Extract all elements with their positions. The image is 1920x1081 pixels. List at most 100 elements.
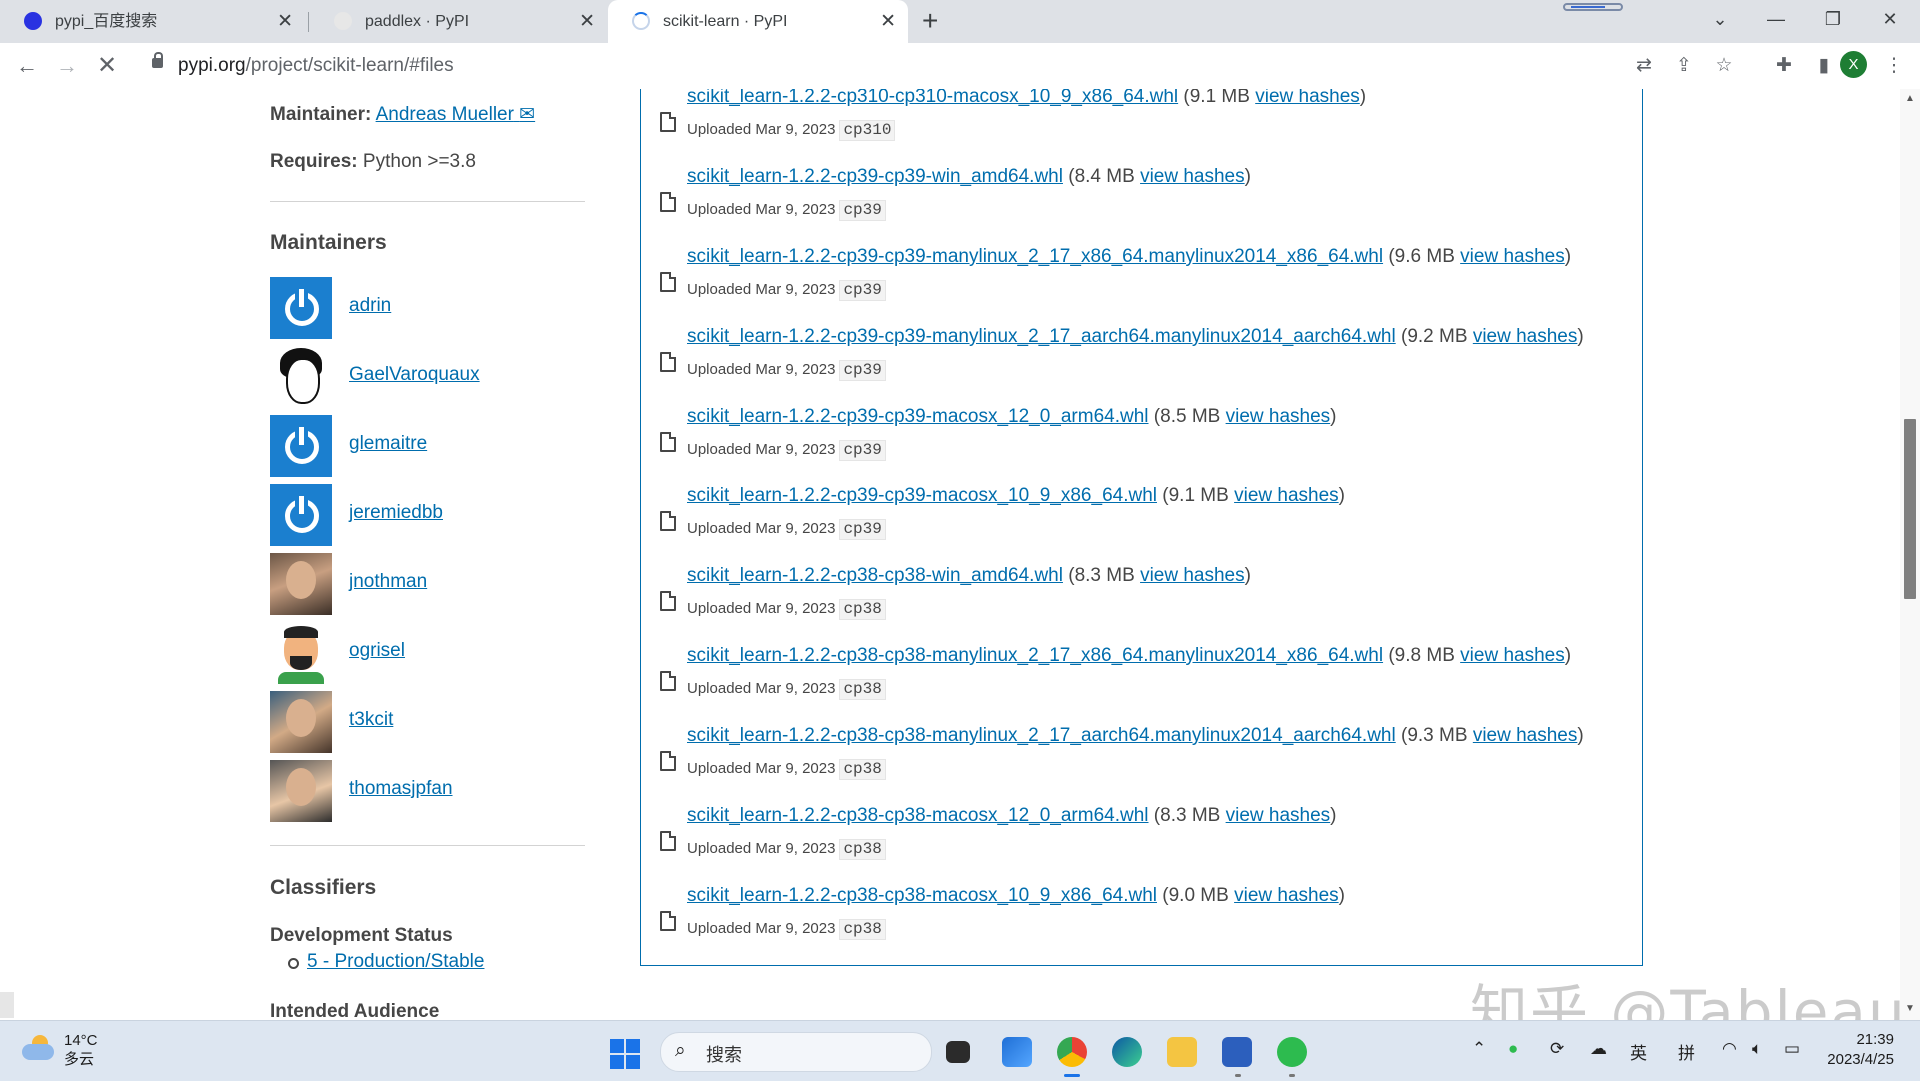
file-download-link[interactable]: scikit_learn-1.2.2-cp39-cp39-manylinux_2… xyxy=(687,246,1383,267)
sync-icon[interactable]: ⟳ xyxy=(1550,1039,1564,1059)
view-hashes-link[interactable]: view hashes xyxy=(1473,725,1578,746)
scrollbar-thumb[interactable] xyxy=(1904,419,1916,599)
profile-avatar[interactable]: X xyxy=(1840,51,1867,78)
maintainer-item[interactable]: glemaitre xyxy=(270,415,585,477)
menu-kebab-icon[interactable]: ⋮ xyxy=(1882,54,1906,78)
url-text[interactable]: pypi.org/project/scikit-learn/#files xyxy=(178,48,454,84)
view-hashes-link[interactable]: view hashes xyxy=(1226,406,1331,427)
classifiers-heading: Classifiers xyxy=(270,876,377,899)
view-hashes-link[interactable]: view hashes xyxy=(1460,645,1565,666)
view-hashes-link[interactable]: view hashes xyxy=(1140,565,1245,586)
weather-widget[interactable]: 14°C 多云 xyxy=(64,1031,98,1069)
close-icon[interactable]: ✕ xyxy=(277,0,293,43)
view-hashes-link[interactable]: view hashes xyxy=(1460,246,1565,267)
scroll-up-arrow-icon[interactable]: ▲ xyxy=(1905,93,1915,104)
back-arrow-icon[interactable]: ← xyxy=(12,51,42,81)
translate-icon[interactable]: ⇄ xyxy=(1632,54,1656,78)
share-icon[interactable]: ⇪ xyxy=(1672,54,1696,78)
ime-mode[interactable]: 拼 xyxy=(1678,1039,1695,1064)
baidu-paw-icon xyxy=(24,12,42,30)
file-download-link[interactable]: scikit_learn-1.2.2-cp38-cp38-manylinux_2… xyxy=(687,725,1396,746)
file-download-link[interactable]: scikit_learn-1.2.2-cp39-cp39-macosx_10_9… xyxy=(687,485,1157,506)
avatar[interactable] xyxy=(270,484,332,546)
maintainer-username[interactable]: adrin xyxy=(349,295,391,317)
file-download-link[interactable]: scikit_learn-1.2.2-cp38-cp38-manylinux_2… xyxy=(687,645,1383,666)
edge-icon[interactable] xyxy=(1112,1037,1142,1067)
tab-paddlex[interactable]: paddlex · PyPI ✕ xyxy=(310,0,607,43)
maintainer-link[interactable]: Andreas Mueller ✉ xyxy=(376,104,536,125)
stop-loading-icon[interactable]: ✕ xyxy=(92,51,122,81)
restore-icon[interactable]: ❐ xyxy=(1813,0,1853,40)
maintainer-item[interactable]: adrin xyxy=(270,277,585,339)
maintainer-item[interactable]: thomasjpfan xyxy=(270,760,585,822)
file-download-link[interactable]: scikit_learn-1.2.2-cp39-cp39-win_amd64.w… xyxy=(687,166,1063,187)
maintainer-username[interactable]: GaelVaroquaux xyxy=(349,364,480,386)
view-hashes-link[interactable]: view hashes xyxy=(1473,326,1578,347)
close-window-icon[interactable]: ✕ xyxy=(1870,0,1910,40)
side-panel-icon[interactable]: ▮ xyxy=(1812,54,1836,78)
photos-icon[interactable] xyxy=(1002,1037,1032,1067)
avatar[interactable] xyxy=(270,760,332,822)
file-download-link[interactable]: scikit_learn-1.2.2-cp310-cp310-macosx_10… xyxy=(687,89,1178,107)
view-hashes-link[interactable]: view hashes xyxy=(1226,805,1331,826)
show-hidden-icons-chevron-icon[interactable]: ⌃ xyxy=(1472,1039,1486,1059)
view-hashes-link[interactable]: view hashes xyxy=(1234,485,1339,506)
minimize-icon[interactable]: — xyxy=(1756,0,1796,40)
close-icon[interactable]: ✕ xyxy=(880,0,896,43)
file-download-link[interactable]: scikit_learn-1.2.2-cp39-cp39-manylinux_2… xyxy=(687,326,1396,347)
maintainer-username[interactable]: glemaitre xyxy=(349,433,427,455)
wechat-tray-icon[interactable]: ● xyxy=(1508,1039,1518,1059)
file-explorer-icon[interactable] xyxy=(1167,1037,1197,1067)
maintainer-username[interactable]: thomasjpfan xyxy=(349,778,453,800)
cloud-offline-icon[interactable]: ☁ xyxy=(1590,1039,1607,1059)
powershell-icon[interactable] xyxy=(1222,1037,1252,1067)
tab-baidu[interactable]: pypi_百度搜索 ✕ xyxy=(0,0,305,43)
battery-icon[interactable]: ▭ xyxy=(1784,1039,1800,1059)
avatar[interactable] xyxy=(270,553,332,615)
maintainer-item[interactable]: ogrisel xyxy=(270,622,585,684)
ime-language[interactable]: 英 xyxy=(1630,1039,1647,1064)
taskbar-search[interactable]: ⌕ 搜索 xyxy=(660,1032,932,1072)
horizontal-scrollbar[interactable] xyxy=(0,992,14,1018)
file-download-link[interactable]: scikit_learn-1.2.2-cp38-cp38-macosx_12_0… xyxy=(687,805,1149,826)
close-icon[interactable]: ✕ xyxy=(579,0,595,43)
task-view-icon[interactable] xyxy=(946,1041,970,1063)
volume-icon[interactable]: 🔈︎ xyxy=(1752,1039,1762,1059)
weather-cloud-icon[interactable] xyxy=(22,1035,56,1061)
maintainer-username[interactable]: jnothman xyxy=(349,571,427,593)
maintainer-item[interactable]: GaelVaroquaux xyxy=(270,346,585,408)
wechat-icon[interactable] xyxy=(1277,1037,1307,1067)
extensions-puzzle-icon[interactable]: ✚ xyxy=(1772,54,1796,78)
maintainer-username[interactable]: jeremiedbb xyxy=(349,502,443,524)
dev-status-link[interactable]: 5 - Production/Stable xyxy=(307,951,484,973)
new-tab-plus-icon[interactable]: + xyxy=(922,0,938,42)
view-hashes-link[interactable]: view hashes xyxy=(1234,885,1339,906)
file-download-link[interactable]: scikit_learn-1.2.2-cp38-cp38-macosx_10_9… xyxy=(687,885,1157,906)
avatar[interactable] xyxy=(270,691,332,753)
maintainer-username[interactable]: t3kcit xyxy=(349,709,393,731)
avatar[interactable] xyxy=(270,346,332,408)
chrome-icon[interactable] xyxy=(1057,1037,1087,1067)
maintainer-item[interactable]: jnothman xyxy=(270,553,585,615)
lock-icon[interactable] xyxy=(152,52,163,68)
maintainer-item[interactable]: jeremiedbb xyxy=(270,484,585,546)
windows-start-icon[interactable] xyxy=(610,1039,640,1069)
tab-list-chevron-icon[interactable]: ⌄ xyxy=(1700,0,1740,40)
maintainer-username[interactable]: ogrisel xyxy=(349,640,405,662)
forward-arrow-icon[interactable]: → xyxy=(52,51,82,81)
maintainer-item[interactable]: t3kcit xyxy=(270,691,585,753)
view-hashes-link[interactable]: view hashes xyxy=(1255,89,1360,107)
vertical-scrollbar[interactable]: ▲ ▼ xyxy=(1900,89,1920,1020)
tab-scikit-learn[interactable]: scikit-learn · PyPI ✕ xyxy=(608,0,908,43)
system-clock[interactable]: 21:39 2023/4/25 xyxy=(1810,1030,1894,1070)
wifi-icon[interactable]: ◠ xyxy=(1722,1039,1737,1059)
avatar[interactable] xyxy=(270,622,332,684)
avatar[interactable] xyxy=(270,277,332,339)
bookmark-star-icon[interactable]: ☆ xyxy=(1712,54,1736,78)
view-hashes-link[interactable]: view hashes xyxy=(1140,166,1245,187)
address-bar[interactable]: pypi.org/project/scikit-learn/#files ⇄ ⇪… xyxy=(138,48,1904,84)
file-download-link[interactable]: scikit_learn-1.2.2-cp38-cp38-win_amd64.w… xyxy=(687,565,1063,586)
avatar[interactable] xyxy=(270,415,332,477)
upload-date: Uploaded Mar 9, 2023 xyxy=(687,840,836,857)
file-download-link[interactable]: scikit_learn-1.2.2-cp39-cp39-macosx_12_0… xyxy=(687,406,1149,427)
